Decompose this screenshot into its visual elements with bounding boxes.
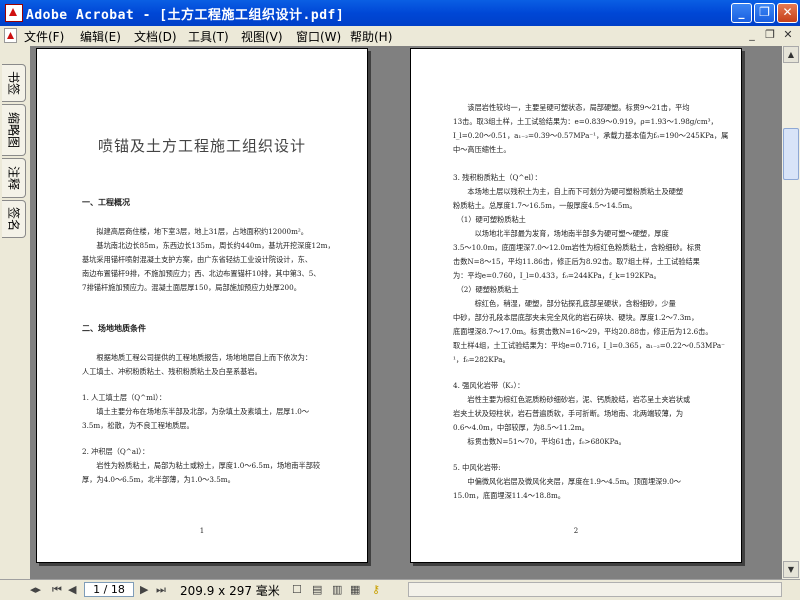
menu-edit[interactable]: 编辑(E) — [80, 28, 121, 45]
tab-comments[interactable]: 注释 — [2, 158, 26, 198]
menu-tools[interactable]: 工具(T) — [188, 28, 229, 45]
paragraph-line: 7排锚杆施加预应力。混凝土面层厚150，局部施加预应力处厚200。 — [82, 283, 301, 292]
facing-pages-icon[interactable]: ▥ — [332, 583, 342, 596]
single-page-icon[interactable]: ☐ — [292, 583, 302, 596]
document-view[interactable]: 喷锚及土方工程施工组织设计 一、工程概况 拟建高层商住楼，地下室3层，地上31层… — [30, 46, 782, 579]
section-heading: 二、场地地质条件 — [82, 323, 146, 333]
doc-restore-button[interactable]: ❐ — [762, 27, 778, 43]
subsection-heading: （2）硬塑粉质粘土 — [453, 285, 519, 294]
doc-close-button[interactable]: ✕ — [780, 27, 796, 43]
paragraph-line: 厚，为4.0～6.5m，北半部薄，为1.0～3.5m。 — [82, 475, 235, 484]
paragraph-line: 填土主要分布在场地东半部及北部，为杂填土及素填土，层厚1.0～ — [82, 407, 310, 416]
document-title: 喷锚及土方工程施工组织设计 — [97, 137, 306, 155]
paragraph-line: 中～高压缩性土。 — [453, 145, 511, 154]
continuous-facing-icon[interactable]: ▦ — [350, 583, 360, 596]
paragraph-line: 以场地北半部最为发育，场地南半部多为硬可塑～硬塑，厚度 — [453, 229, 669, 238]
paragraph-line: 3.5～10.0m，底面埋深7.0～12.0m岩性为棕红色粉质粘土，含粉细砂。标… — [453, 243, 702, 252]
key-icon[interactable]: ⚷ — [372, 583, 380, 596]
status-bar: ◂▸ ⏮ ◀ 1 / 18 ▶ ⏭ 209.9 x 297 毫米 ☐ ▤ ▥ ▦… — [0, 579, 800, 600]
paragraph-line: 本场地土层以残积土为主，自上而下可划分为硬可塑粉质粘土及硬塑 — [453, 187, 684, 196]
split-toggle-icon[interactable]: ◂▸ — [30, 583, 41, 596]
paragraph-line: ¹，f₀=282KPa。 — [453, 355, 510, 364]
first-page-icon[interactable]: ⏮ — [52, 583, 62, 597]
maximize-button[interactable]: ❐ — [754, 3, 775, 23]
pdf-page-1: 喷锚及土方工程施工组织设计 一、工程概况 拟建高层商住楼，地下室3层，地上31层… — [36, 48, 368, 563]
document-icon[interactable] — [4, 28, 17, 43]
continuous-page-icon[interactable]: ▤ — [312, 583, 322, 596]
paragraph-line: 基坑采用锚杆喷射混凝土支护方案，由广东省轻纺工业设计院设计，东、 — [82, 255, 313, 264]
previous-page-icon[interactable]: ◀ — [68, 583, 76, 596]
paragraph-line: 0.6～4.0m，中部较厚，为8.5～11.2m。 — [453, 423, 589, 432]
paragraph-line: 粉质粘土。总厚度1.7～16.5m，一般厚度4.5～14.5m。 — [453, 201, 637, 210]
scroll-up-arrow-icon[interactable]: ▲ — [783, 46, 799, 63]
menu-bar: 文件(F) 编辑(E) 文档(D) 工具(T) 视图(V) 窗口(W) 帮助(H… — [0, 26, 800, 47]
paragraph-line: 取土样4组，土工试验结果为：平均e=0.716，I_l=0.365，a₁₋₂=0… — [453, 341, 725, 350]
paragraph-line: 13击。取3组土样，土工试验结果为：e=0.839～0.919，ρ=1.93～1… — [453, 117, 718, 126]
subsection-heading: 5. 中风化岩带: — [453, 463, 501, 472]
vertical-scroll-thumb[interactable] — [783, 128, 799, 180]
doc-minimize-button[interactable]: _ — [744, 27, 760, 43]
page-number: 1 — [199, 527, 205, 535]
subsection-heading: 2. 冲积层（Q^al）： — [82, 447, 150, 456]
paragraph-line: 南边布置锚杆9排，不施加预应力；西、北边布置锚杆10排，其中第3、5、 — [82, 269, 321, 278]
navigation-pane-tabs: 书签 缩略图 注释 签名 — [0, 46, 30, 581]
last-page-icon[interactable]: ⏭ — [156, 583, 166, 597]
pdf-page-2: 该层岩性较均一，主要呈硬可塑状态，局部硬塑。标贯9～21击，平均 13击。取3组… — [410, 48, 742, 563]
page-number-field[interactable]: 1 / 18 — [84, 582, 134, 597]
window-title: Adobe Acrobat - [土方工程施工组织设计.pdf] — [26, 8, 345, 23]
paragraph-line: 人工填土、冲积粉质粘土、残积粉质粘土及白垩系基岩。 — [82, 367, 262, 376]
paragraph-line: 拟建高层商住楼，地下室3层，地上31层，占地面积约12000m²。 — [82, 227, 308, 236]
paragraph-line: 标贯击数N=51～70，平均61击，f₀>680KPa。 — [453, 437, 626, 446]
menu-help[interactable]: 帮助(H) — [350, 28, 392, 45]
section-heading: 一、工程概况 — [82, 197, 130, 207]
tab-thumbnails[interactable]: 缩略图 — [2, 104, 26, 156]
menu-view[interactable]: 视图(V) — [241, 28, 283, 45]
paragraph-line: 岩性主要为棕红色泥质粉砂细砂岩，泥、钙质胶结，岩芯呈土夹岩状或 — [453, 395, 691, 404]
paragraph-line: I_l=0.20～0.51，a₁₋₂=0.39～0.57MPa⁻¹，承载力基本值… — [453, 131, 729, 140]
horizontal-scrollbar[interactable] — [408, 582, 782, 597]
minimize-button[interactable]: _ — [731, 3, 752, 23]
paragraph-line: 3.5m，松散，为不良工程地质层。 — [82, 421, 194, 430]
paragraph-line: 基坑南北边长85m，东西边长135m，周长约440m，基坑开挖深度12m， — [82, 241, 335, 250]
page-size-display: 209.9 x 297 毫米 — [180, 584, 280, 598]
close-button[interactable]: ✕ — [777, 3, 798, 23]
vertical-scrollbar[interactable]: ▲ ▼ — [782, 46, 800, 579]
paragraph-line: 棕红色，稍湿，硬塑，部分钻探孔底部呈硬状，含粉细砂，少量 — [453, 299, 676, 308]
tab-bookmarks[interactable]: 书签 — [2, 64, 26, 102]
menu-file[interactable]: 文件(F) — [24, 28, 64, 45]
paragraph-line: 中砂，部分孔段本层底部夹未完全风化的岩石碎块、硬块。厚度1.2～7.3m， — [453, 313, 699, 322]
subsection-heading: 1. 人工填土层（Q^ml）： — [82, 393, 167, 402]
paragraph-line: 岩性为粉质粘土，局部为粘土或粉土，厚度1.0～6.5m，场地南半部较 — [82, 461, 321, 470]
subsection-heading: 3. 残积粉质粘土（Q^el）： — [453, 173, 542, 182]
paragraph-line: 15.0m，底面埋深11.4～18.8m。 — [453, 491, 565, 500]
next-page-icon[interactable]: ▶ — [140, 583, 148, 596]
menu-document[interactable]: 文档(D) — [134, 28, 177, 45]
subsection-heading: 4. 强风化岩带（K₂）： — [453, 381, 525, 390]
title-bar: Adobe Acrobat - [土方工程施工组织设计.pdf] _ ❐ ✕ — [0, 0, 800, 26]
page-number: 2 — [573, 527, 579, 535]
paragraph-line: 根据地质工程公司提供的工程地质报告，场地地层自上而下依次为： — [82, 353, 313, 362]
paragraph-line: 该层岩性较均一，主要呈硬可塑状态，局部硬塑。标贯9～21击，平均 — [453, 103, 690, 112]
scroll-down-arrow-icon[interactable]: ▼ — [783, 561, 799, 578]
paragraph-line: 岩夹土状及短柱状，岩石普遍质软，手可折断。场地南、北两端较薄，为 — [453, 409, 684, 418]
subsection-heading: （1）硬可塑粉质粘土 — [453, 215, 526, 224]
paragraph-line: 击数N=8～15，平均11.86击，修正后为8.92击。取7组土样，土工试验结果 — [453, 257, 700, 266]
acrobat-app-icon[interactable] — [5, 4, 23, 22]
tab-signatures[interactable]: 签名 — [2, 200, 26, 238]
paragraph-line: 中偏微风化岩层及微风化夹层，厚度在1.9～4.5m。顶面埋深9.0～ — [453, 477, 681, 486]
paragraph-line: 底面埋深8.7～17.0m。标贯击数N=16～29，平均20.88击，修正后为1… — [453, 327, 713, 336]
paragraph-line: 为：平均e=0.760，I_l=0.433，f₀=244KPa，f_k=192K… — [453, 271, 661, 280]
menu-window[interactable]: 窗口(W) — [296, 28, 341, 45]
